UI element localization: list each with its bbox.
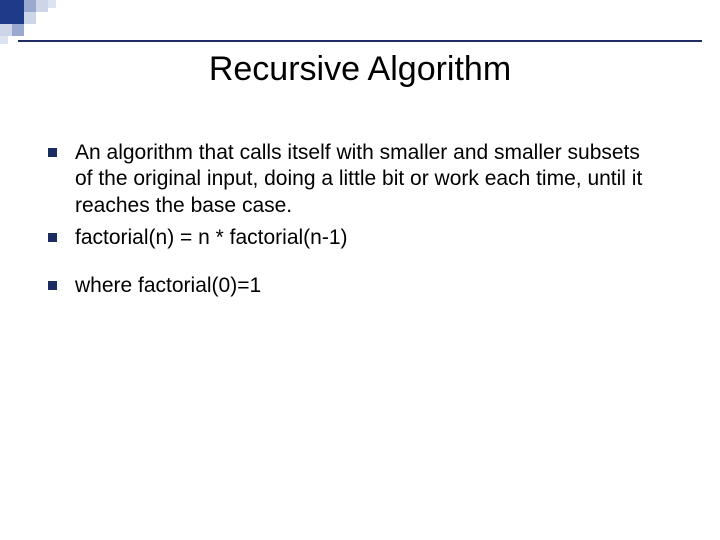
slide-body: An algorithm that calls itself with smal… (48, 140, 660, 305)
square-bullet-icon (48, 148, 57, 157)
list-item: factorial(n) = n * factorial(n-1) (48, 225, 660, 251)
deco-square (0, 0, 24, 24)
list-item-text: factorial(n) = n * factorial(n-1) (75, 225, 660, 251)
title-rule (18, 40, 702, 42)
deco-square (48, 0, 56, 8)
list-item-text: where factorial(0)=1 (75, 273, 660, 299)
corner-decoration (0, 0, 80, 38)
list-item-text: An algorithm that calls itself with smal… (75, 140, 660, 219)
deco-square (36, 0, 48, 12)
square-bullet-icon (48, 281, 57, 290)
deco-square (0, 36, 8, 44)
slide: Recursive Algorithm An algorithm that ca… (0, 0, 720, 540)
deco-square (24, 0, 36, 12)
deco-square (12, 24, 24, 36)
deco-square (24, 12, 36, 24)
list-item: where factorial(0)=1 (48, 273, 660, 299)
list-item: An algorithm that calls itself with smal… (48, 140, 660, 219)
square-bullet-icon (48, 233, 57, 242)
deco-square (0, 24, 12, 36)
slide-title: Recursive Algorithm (0, 50, 720, 89)
